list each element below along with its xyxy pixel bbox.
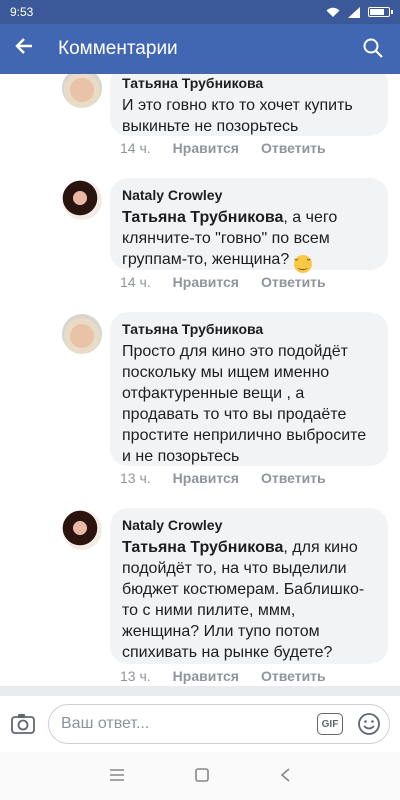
- divider: [0, 686, 400, 696]
- reply-composer: GIF: [0, 696, 400, 752]
- comment-author[interactable]: Татьяна Трубникова: [122, 320, 376, 338]
- comment-time: 14 ч.: [120, 140, 151, 156]
- menu-icon[interactable]: [109, 766, 125, 787]
- comment-author[interactable]: Nataly Crowley: [122, 516, 376, 534]
- status-bar: 9:53: [0, 0, 400, 24]
- comment-time: 13 ч.: [120, 470, 151, 486]
- grinning-sweat-emoji-icon: ˘‿˘: [293, 255, 312, 273]
- like-button[interactable]: Нравится: [173, 470, 239, 486]
- like-button[interactable]: Нравится: [173, 140, 239, 156]
- comment-meta: 14 ч. Нравится Ответить: [120, 274, 326, 290]
- app-header: Комментарии: [0, 24, 400, 74]
- comment-bubble[interactable]: Nataly Crowley Татьяна Трубникова, а чег…: [110, 178, 388, 273]
- comments-feed[interactable]: Татьяна Трубникова И это говно кто то хо…: [0, 74, 400, 686]
- camera-icon[interactable]: [10, 711, 36, 737]
- gif-button[interactable]: GIF: [317, 713, 343, 735]
- reply-button[interactable]: Ответить: [261, 668, 326, 684]
- comment-meta: 14 ч. Нравится Ответить: [120, 140, 326, 156]
- comment-text: Татьяна Трубникова, а чего клянчите-то "…: [122, 207, 376, 273]
- reply-button[interactable]: Ответить: [261, 140, 326, 156]
- comment-meta: 13 ч. Нравится Ответить: [120, 470, 326, 486]
- comment-time: 13 ч.: [120, 668, 151, 684]
- avatar[interactable]: [62, 180, 102, 220]
- reply-input-wrapper: GIF: [48, 704, 390, 744]
- comment-text: И это говно кто то хочет купить выкиньте…: [122, 97, 353, 135]
- page-title: Комментарии: [58, 38, 178, 59]
- avatar[interactable]: [62, 314, 102, 354]
- signal-icon: [348, 6, 360, 18]
- reply-input[interactable]: [61, 715, 317, 733]
- comment-text: Татьяна Трубникова, для кино подойдёт то…: [122, 537, 376, 663]
- mention-link[interactable]: Татьяна Трубникова: [122, 539, 283, 556]
- battery-icon: [368, 7, 393, 17]
- comment-body: , для кино подойдёт то, на что выделили …: [122, 539, 365, 661]
- reply-button[interactable]: Ответить: [261, 470, 326, 486]
- like-button[interactable]: Нравится: [173, 668, 239, 684]
- home-icon[interactable]: [195, 766, 209, 787]
- avatar[interactable]: [62, 510, 102, 550]
- comment-text: Просто для кино это подойдёт поскольку м…: [122, 343, 367, 465]
- like-button[interactable]: Нравится: [173, 274, 239, 290]
- comment-bubble[interactable]: Nataly Crowley Татьяна Трубникова, для к…: [110, 508, 388, 664]
- comment-meta: 13 ч. Нравится Ответить: [120, 668, 326, 684]
- back-icon[interactable]: [279, 766, 291, 787]
- status-time: 9:53: [10, 5, 34, 19]
- mention-link[interactable]: Татьяна Трубникова: [122, 209, 283, 226]
- status-icons: [326, 6, 393, 18]
- system-nav-bar: [0, 752, 400, 800]
- avatar[interactable]: [62, 74, 102, 108]
- comment-time: 14 ч.: [120, 274, 151, 290]
- comment-bubble[interactable]: Татьяна Трубникова Просто для кино это п…: [110, 312, 388, 466]
- comment-author[interactable]: Nataly Crowley: [122, 186, 376, 204]
- back-arrow-icon[interactable]: [14, 36, 44, 62]
- comment-bubble[interactable]: Татьяна Трубникова И это говно кто то хо…: [110, 74, 388, 136]
- reply-button[interactable]: Ответить: [261, 274, 326, 290]
- wifi-icon: [326, 7, 340, 17]
- search-icon[interactable]: [362, 37, 386, 61]
- comment-author[interactable]: Татьяна Трубникова: [122, 74, 376, 92]
- smile-icon[interactable]: [357, 712, 381, 736]
